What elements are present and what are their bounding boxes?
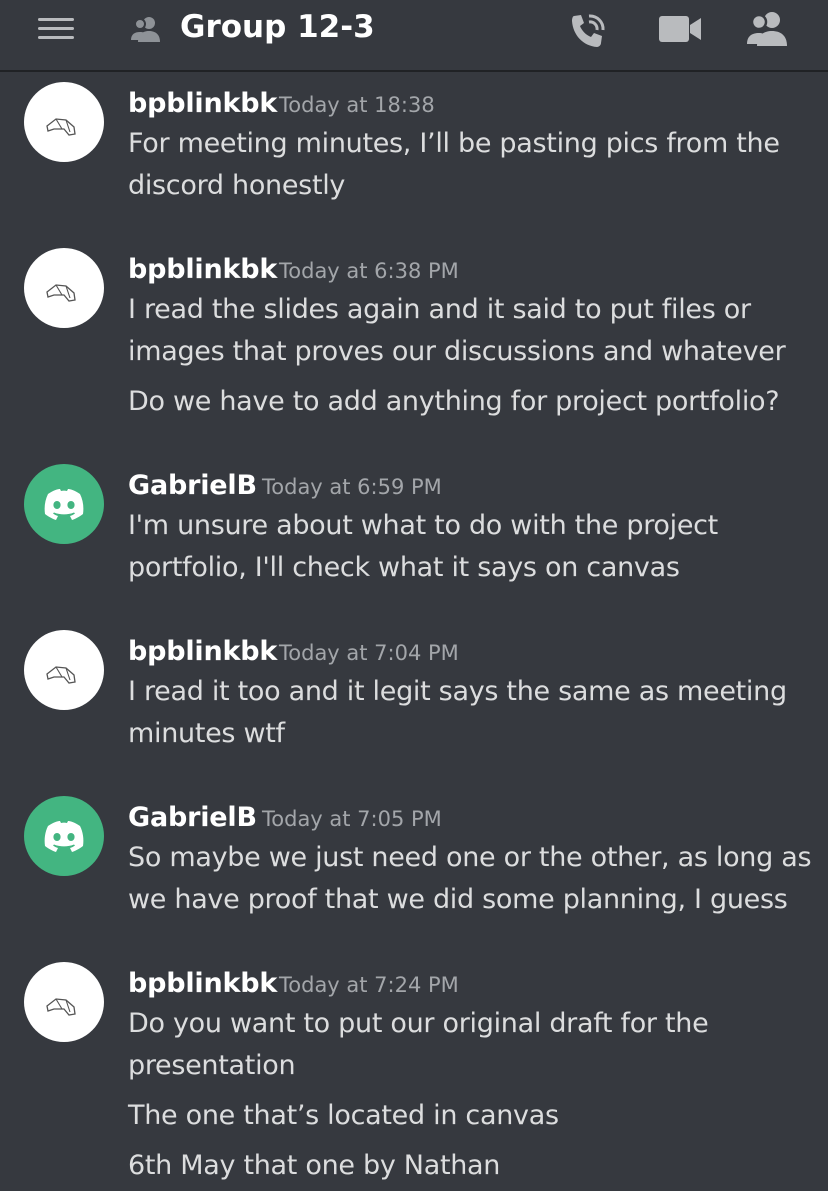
message-author[interactable]: bpblinkbk — [128, 254, 277, 285]
message[interactable]: bpblinkbk Today at 6:38 PM I read the sl… — [0, 246, 828, 436]
message-timestamp: Today at 7:04 PM — [279, 641, 459, 665]
hand-drawn-avatar-icon — [46, 118, 76, 136]
message-text: Do you want to put our original draft fo… — [128, 1008, 709, 1039]
message-timestamp: Today at 7:05 PM — [262, 807, 442, 831]
message-timestamp: Today at 6:38 PM — [279, 259, 459, 283]
menu-icon[interactable] — [38, 16, 74, 42]
message-text: minutes wtf — [128, 718, 285, 749]
message-author[interactable]: GabrielB — [128, 470, 257, 501]
discord-logo-icon — [44, 821, 84, 852]
message-text: I read the slides again and it said to p… — [128, 294, 751, 325]
hand-drawn-avatar-icon — [46, 666, 76, 684]
members-icon[interactable] — [745, 11, 791, 47]
message-text: I'm unsure about what to do with the pro… — [128, 510, 718, 541]
message-text: portfolio, I'll check what it says on ca… — [128, 552, 680, 583]
message-text: So maybe we just need one or the other, … — [128, 842, 812, 873]
user-avatar[interactable] — [24, 248, 104, 328]
group-icon — [131, 17, 160, 42]
discord-logo-icon — [44, 489, 84, 520]
message-author[interactable]: bpblinkbk — [128, 968, 277, 999]
user-avatar[interactable] — [24, 82, 104, 162]
message-author[interactable]: bpblinkbk — [128, 88, 277, 119]
message-text: For meeting minutes, I’ll be pasting pic… — [128, 128, 780, 159]
message[interactable]: bpblinkbk Today at 7:24 PM Do you want t… — [0, 960, 828, 1191]
message-timestamp: Today at 7:24 PM — [279, 973, 459, 997]
message-text: 6th May that one by Nathan — [128, 1150, 501, 1181]
message-text: Do we have to add anything for project p… — [128, 386, 780, 417]
user-avatar[interactable] — [24, 962, 104, 1042]
message-text: The one that’s located in canvas — [128, 1100, 559, 1131]
channel-title: Group 12-3 — [180, 9, 375, 45]
message-text: presentation — [128, 1050, 296, 1081]
voice-call-icon[interactable] — [568, 12, 608, 50]
message[interactable]: GabrielB Today at 6:59 PM I'm unsure abo… — [0, 462, 828, 592]
message-text: images that proves our discussions and w… — [128, 336, 786, 367]
message-timestamp: Today at 18:38 — [279, 93, 435, 117]
video-call-icon[interactable] — [658, 14, 702, 44]
hand-drawn-avatar-icon — [46, 284, 76, 302]
user-avatar[interactable] — [24, 464, 104, 544]
message-author[interactable]: GabrielB — [128, 802, 257, 833]
channel-header: Group 12-3 — [0, 0, 828, 72]
message[interactable]: bpblinkbk Today at 7:04 PM I read it too… — [0, 628, 828, 758]
hand-drawn-avatar-icon — [46, 998, 76, 1016]
message-text: we have proof that we did some planning,… — [128, 884, 788, 915]
message-text: I read it too and it legit says the same… — [128, 676, 787, 707]
message-timestamp: Today at 6:59 PM — [262, 475, 442, 499]
message-author[interactable]: bpblinkbk — [128, 636, 277, 667]
user-avatar[interactable] — [24, 796, 104, 876]
message-text: discord honestly — [128, 170, 346, 201]
message[interactable]: GabrielB Today at 7:05 PM So maybe we ju… — [0, 794, 828, 924]
user-avatar[interactable] — [24, 630, 104, 710]
message[interactable]: bpblinkbk Today at 18:38 For meeting min… — [0, 80, 828, 210]
